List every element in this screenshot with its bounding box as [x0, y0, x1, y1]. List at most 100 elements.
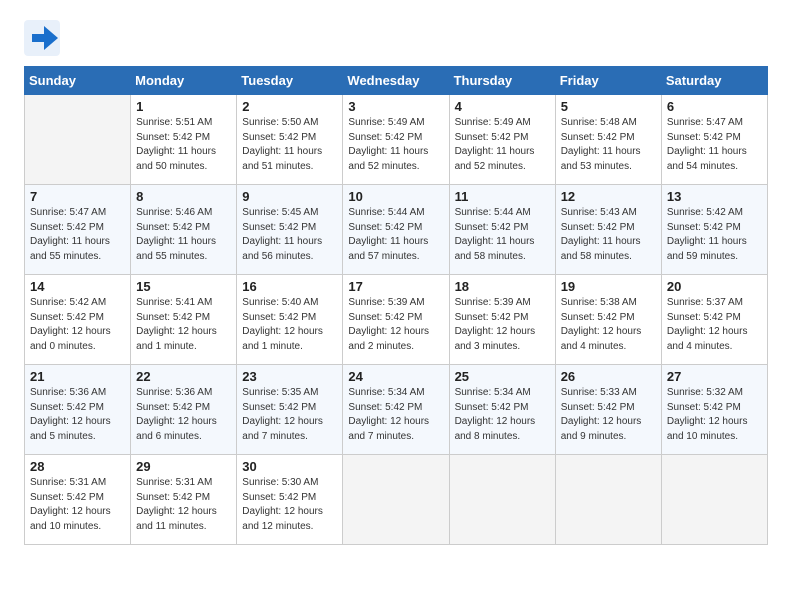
calendar-cell: 29 Sunrise: 5:31 AM Sunset: 5:42 PM Dayli… — [131, 455, 237, 545]
day-info: Sunrise: 5:43 AM Sunset: 5:42 PM Dayligh… — [561, 206, 656, 264]
day-number: 4 — [455, 99, 550, 114]
day-info: Sunrise: 5:39 AM Sunset: 5:42 PM Dayligh… — [348, 296, 443, 354]
day-info: Sunrise: 5:47 AM Sunset: 5:42 PM Dayligh… — [30, 206, 125, 264]
day-number: 23 — [242, 369, 337, 384]
calendar-cell: 7 Sunrise: 5:47 AM Sunset: 5:42 PM Daylig… — [25, 185, 131, 275]
calendar-cell — [449, 455, 555, 545]
calendar-cell: 18 Sunrise: 5:39 AM Sunset: 5:42 PM Dayli… — [449, 275, 555, 365]
week-row-3: 14 Sunrise: 5:42 AM Sunset: 5:42 PM Dayli… — [25, 275, 768, 365]
week-row-1: 1 Sunrise: 5:51 AM Sunset: 5:42 PM Daylig… — [25, 95, 768, 185]
day-info: Sunrise: 5:30 AM Sunset: 5:42 PM Dayligh… — [242, 476, 337, 534]
day-number: 2 — [242, 99, 337, 114]
day-number: 17 — [348, 279, 443, 294]
calendar-cell: 24 Sunrise: 5:34 AM Sunset: 5:42 PM Dayli… — [343, 365, 449, 455]
day-info: Sunrise: 5:31 AM Sunset: 5:42 PM Dayligh… — [30, 476, 125, 534]
day-info: Sunrise: 5:44 AM Sunset: 5:42 PM Dayligh… — [455, 206, 550, 264]
day-number: 26 — [561, 369, 656, 384]
calendar-cell: 21Sunrise: 5:36 AM Sunset: 5:42 PM Dayli… — [25, 365, 131, 455]
day-number: 21 — [30, 369, 125, 384]
day-info: Sunrise: 5:40 AM Sunset: 5:42 PM Dayligh… — [242, 296, 337, 354]
calendar-cell: 11 Sunrise: 5:44 AM Sunset: 5:42 PM Dayli… — [449, 185, 555, 275]
day-header-wednesday: Wednesday — [343, 67, 449, 95]
day-info: Sunrise: 5:49 AM Sunset: 5:42 PM Dayligh… — [455, 116, 550, 174]
day-info: Sunrise: 5:39 AM Sunset: 5:42 PM Dayligh… — [455, 296, 550, 354]
day-info: Sunrise: 5:33 AM Sunset: 5:42 PM Dayligh… — [561, 386, 656, 444]
calendar-cell: 26 Sunrise: 5:33 AM Sunset: 5:42 PM Dayli… — [555, 365, 661, 455]
day-info: Sunrise: 5:49 AM Sunset: 5:42 PM Dayligh… — [348, 116, 443, 174]
day-number: 1 — [136, 99, 231, 114]
calendar-cell — [661, 455, 767, 545]
day-number: 19 — [561, 279, 656, 294]
calendar-table: SundayMondayTuesdayWednesdayThursdayFrid… — [24, 66, 768, 545]
day-info: Sunrise: 5:51 AM Sunset: 5:42 PM Dayligh… — [136, 116, 231, 174]
calendar-cell: 4 Sunrise: 5:49 AM Sunset: 5:42 PM Daylig… — [449, 95, 555, 185]
day-number: 14 — [30, 279, 125, 294]
day-info: Sunrise: 5:34 AM Sunset: 5:42 PM Dayligh… — [348, 386, 443, 444]
calendar-header: SundayMondayTuesdayWednesdayThursdayFrid… — [25, 67, 768, 95]
calendar-cell: 3 Sunrise: 5:49 AM Sunset: 5:42 PM Daylig… — [343, 95, 449, 185]
day-number: 20 — [667, 279, 762, 294]
day-number: 16 — [242, 279, 337, 294]
calendar-cell: 14 Sunrise: 5:42 AM Sunset: 5:42 PM Dayli… — [25, 275, 131, 365]
day-number: 12 — [561, 189, 656, 204]
day-info: Sunrise: 5:36 AM Sunset: 5:42 PM Dayligh… — [136, 386, 231, 444]
day-info: Sunrise: 5:37 AM Sunset: 5:42 PM Dayligh… — [667, 296, 762, 354]
day-header-thursday: Thursday — [449, 67, 555, 95]
day-number: 3 — [348, 99, 443, 114]
calendar-cell: 22 Sunrise: 5:36 AM Sunset: 5:42 PM Dayli… — [131, 365, 237, 455]
week-row-4: 21 Sunrise: 5:36 AM Sunset: 5:42 PM Dayli… — [25, 365, 768, 455]
day-number: 18 — [455, 279, 550, 294]
day-info: Sunrise: 5:31 AM Sunset: 5:42 PM Dayligh… — [136, 476, 231, 534]
day-info: Sunrise: 5:38 AM Sunset: 5:42 PM Dayligh… — [561, 296, 656, 354]
calendar-cell: 2Sunrise: 5:50 AM Sunset: 5:42 PM Daylig… — [237, 95, 343, 185]
calendar-cell: 28 Sunrise: 5:31 AM Sunset: 5:42 PM Dayli… — [25, 455, 131, 545]
week-row-5: 28 Sunrise: 5:31 AM Sunset: 5:42 PM Dayli… — [25, 455, 768, 545]
day-number: 7 — [30, 189, 125, 204]
day-header-sunday: Sunday — [25, 67, 131, 95]
day-number: 9 — [242, 189, 337, 204]
day-number: 30 — [242, 459, 337, 474]
calendar-cell: 19 Sunrise: 5:38 AM Sunset: 5:42 PM Dayli… — [555, 275, 661, 365]
calendar-cell: 15 Sunrise: 5:41 AM Sunset: 5:42 PM Dayli… — [131, 275, 237, 365]
day-number: 25 — [455, 369, 550, 384]
day-header-tuesday: Tuesday — [237, 67, 343, 95]
calendar-cell — [555, 455, 661, 545]
day-number: 22 — [136, 369, 231, 384]
calendar-cell: 6 Sunrise: 5:47 AM Sunset: 5:42 PM Daylig… — [661, 95, 767, 185]
day-number: 6 — [667, 99, 762, 114]
day-header-friday: Friday — [555, 67, 661, 95]
day-number: 8 — [136, 189, 231, 204]
day-number: 15 — [136, 279, 231, 294]
day-number: 29 — [136, 459, 231, 474]
calendar-cell: 5 Sunrise: 5:48 AM Sunset: 5:42 PM Daylig… — [555, 95, 661, 185]
calendar-cell: 27Sunrise: 5:32 AM Sunset: 5:42 PM Dayli… — [661, 365, 767, 455]
calendar-cell: 8 Sunrise: 5:46 AM Sunset: 5:42 PM Daylig… — [131, 185, 237, 275]
day-info: Sunrise: 5:41 AM Sunset: 5:42 PM Dayligh… — [136, 296, 231, 354]
day-number: 11 — [455, 189, 550, 204]
calendar-cell: 16 Sunrise: 5:40 AM Sunset: 5:42 PM Dayli… — [237, 275, 343, 365]
calendar-cell: 25Sunrise: 5:34 AM Sunset: 5:42 PM Dayli… — [449, 365, 555, 455]
week-row-2: 7 Sunrise: 5:47 AM Sunset: 5:42 PM Daylig… — [25, 185, 768, 275]
logo — [24, 20, 64, 56]
day-info: Sunrise: 5:42 AM Sunset: 5:42 PM Dayligh… — [667, 206, 762, 264]
day-header-saturday: Saturday — [661, 67, 767, 95]
calendar-cell — [25, 95, 131, 185]
logo-icon — [24, 20, 60, 56]
day-number: 24 — [348, 369, 443, 384]
calendar-cell: 1 Sunrise: 5:51 AM Sunset: 5:42 PM Daylig… — [131, 95, 237, 185]
calendar-cell: 23Sunrise: 5:35 AM Sunset: 5:42 PM Dayli… — [237, 365, 343, 455]
calendar-cell: 9Sunrise: 5:45 AM Sunset: 5:42 PM Daylig… — [237, 185, 343, 275]
day-info: Sunrise: 5:46 AM Sunset: 5:42 PM Dayligh… — [136, 206, 231, 264]
day-number: 28 — [30, 459, 125, 474]
calendar-cell: 17 Sunrise: 5:39 AM Sunset: 5:42 PM Dayli… — [343, 275, 449, 365]
calendar-cell — [343, 455, 449, 545]
day-info: Sunrise: 5:47 AM Sunset: 5:42 PM Dayligh… — [667, 116, 762, 174]
calendar-cell: 13Sunrise: 5:42 AM Sunset: 5:42 PM Dayli… — [661, 185, 767, 275]
calendar-cell: 30 Sunrise: 5:30 AM Sunset: 5:42 PM Dayli… — [237, 455, 343, 545]
day-number: 5 — [561, 99, 656, 114]
day-info: Sunrise: 5:42 AM Sunset: 5:42 PM Dayligh… — [30, 296, 125, 354]
day-info: Sunrise: 5:48 AM Sunset: 5:42 PM Dayligh… — [561, 116, 656, 174]
calendar-cell: 10Sunrise: 5:44 AM Sunset: 5:42 PM Dayli… — [343, 185, 449, 275]
day-info: Sunrise: 5:32 AM Sunset: 5:42 PM Dayligh… — [667, 386, 762, 444]
header-row: SundayMondayTuesdayWednesdayThursdayFrid… — [25, 67, 768, 95]
